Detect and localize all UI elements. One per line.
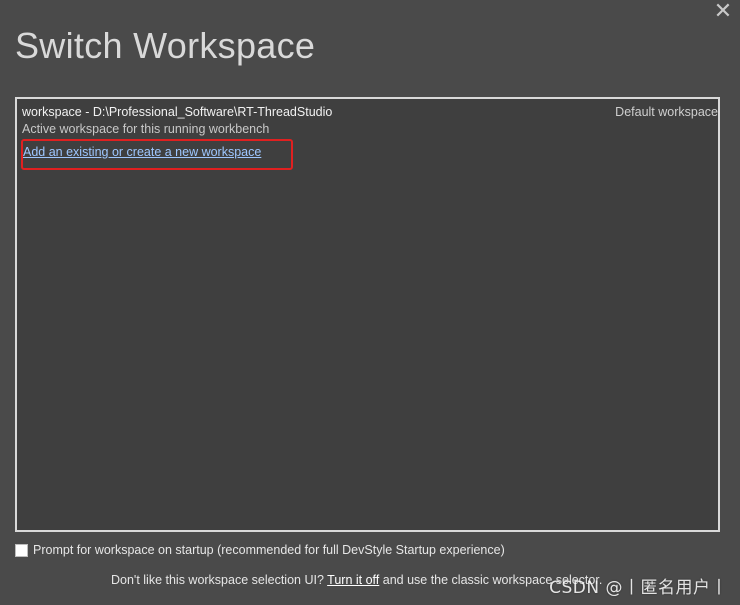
page-title: Switch Workspace <box>15 25 316 66</box>
prompt-on-startup-checkbox[interactable] <box>15 543 28 557</box>
workspace-list-panel: workspace - D:\Professional_Software\RT-… <box>15 97 720 532</box>
turn-it-off-link[interactable]: Turn it off <box>327 573 379 587</box>
prompt-on-startup-label[interactable]: Prompt for workspace on startup (recomme… <box>33 543 505 557</box>
add-workspace-link[interactable]: Add an existing or create a new workspac… <box>23 145 261 159</box>
workspace-entry[interactable]: workspace - D:\Professional_Software\RT-… <box>22 105 718 141</box>
watermark: CSDN @丨匿名用户丨 <box>549 578 728 598</box>
workspace-name: workspace - D:\Professional_Software\RT-… <box>22 105 333 119</box>
workspace-description: Active workspace for this running workbe… <box>22 122 270 136</box>
close-icon[interactable]: ✕ <box>712 0 734 24</box>
default-workspace-label: Default workspace <box>615 105 718 119</box>
footer-prefix: Don't like this workspace selection UI? <box>111 573 328 587</box>
prompt-on-startup-option: Prompt for workspace on startup (recomme… <box>15 542 505 558</box>
footer-text: Don't like this workspace selection UI? … <box>111 573 602 587</box>
